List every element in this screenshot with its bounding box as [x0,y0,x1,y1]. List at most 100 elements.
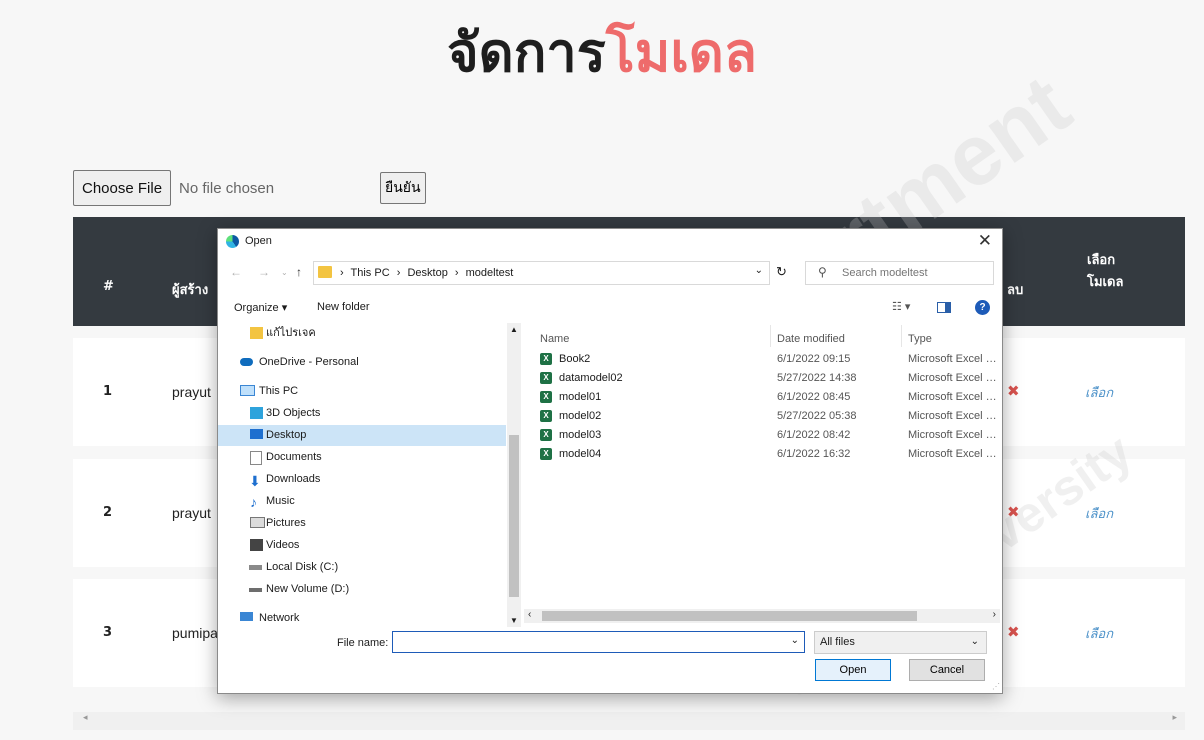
nav-item-label: Music [266,495,295,507]
file-row[interactable]: X datamodel02 5/27/2022 14:38 Microsoft … [524,369,1000,388]
file-list: Name Date modified Type X Book2 6/1/2022… [524,323,1000,613]
select-model-link[interactable]: เลือก [1085,382,1113,403]
scrollbar-thumb[interactable] [509,435,519,597]
cancel-button[interactable]: Cancel [909,659,985,681]
select-model-link[interactable]: เลือก [1085,623,1113,644]
nav-item-downloads[interactable]: ⬇ Downloads [218,469,506,490]
nav-item-3d-objects[interactable]: 3D Objects [218,403,506,424]
scrollbar-thumb[interactable] [542,611,917,621]
file-date: 6/1/2022 09:15 [777,353,851,365]
search-box[interactable]: ⚲ [805,261,994,285]
new-folder-button[interactable]: New folder [317,301,370,313]
nav-item-network[interactable]: Network [218,608,506,627]
scroll-up-icon[interactable]: ▲ [510,325,518,334]
open-button[interactable]: Open [815,659,891,681]
excel-file-icon: X [540,372,552,384]
file-type: Microsoft Excel C... [908,448,1000,460]
row-number: 1 [103,384,113,399]
address-bar[interactable]: › This PC › Desktop › modeltest ⌄ [313,261,770,285]
upload-row: Choose File No file chosen ยืนยัน [73,170,426,206]
file-date: 6/1/2022 08:45 [777,391,851,403]
navigation-scrollbar[interactable]: ▲ ▼ [507,323,521,627]
file-name-input[interactable] [397,633,781,651]
row-creator: prayut [172,384,211,400]
column-header-name[interactable]: Name [540,333,569,345]
excel-file-icon: X [540,353,552,365]
chevron-down-icon[interactable]: ⌄ [755,265,763,276]
breadcrumb-desktop[interactable]: Desktop [407,267,447,279]
file-row[interactable]: X model01 6/1/2022 08:45 Microsoft Excel… [524,388,1000,407]
nav-item-label: New Volume (D:) [266,583,350,595]
music-icon: ♪ [250,494,257,510]
delete-icon[interactable]: ✖ [1007,382,1020,400]
scroll-right-icon[interactable]: ▸ [1172,713,1177,723]
open-file-dialog: Open ✕ ← → ⌄ ↑ › This PC › Desktop › mod… [217,228,1003,694]
nav-item-documents[interactable]: Documents [218,447,506,468]
breadcrumb-separator: › [396,267,401,279]
header-creator: ผู้สร้าง [172,283,209,298]
row-creator: pumipa [172,625,218,641]
file-status-text: No file chosen [179,179,275,197]
file-name: model04 [559,448,602,460]
file-type: Microsoft Excel C... [908,391,1000,403]
file-name-field[interactable]: ⌄ [392,631,805,653]
nav-item-videos[interactable]: Videos [218,535,506,556]
column-header-date[interactable]: Date modified [777,333,845,345]
back-arrow-icon[interactable]: ← [230,265,242,279]
confirm-button[interactable]: ยืนยัน [380,172,426,204]
nav-item-this-pc[interactable]: This PC [218,381,506,402]
nav-item-music[interactable]: ♪ Music [218,491,506,512]
nav-item-project-folder[interactable]: แก้ไปรเจค [218,323,506,344]
delete-icon[interactable]: ✖ [1007,623,1020,641]
nav-item-desktop[interactable]: Desktop [218,425,506,446]
select-model-link[interactable]: เลือก [1085,503,1113,524]
scroll-left-icon[interactable]: ‹ [528,609,531,620]
scroll-right-icon[interactable]: › [993,609,996,620]
up-arrow-icon[interactable]: ↑ [296,265,302,279]
organize-menu[interactable]: Organize ▾ [234,301,287,314]
column-header-type[interactable]: Type [908,333,932,345]
file-row[interactable]: X Book2 6/1/2022 09:15 Microsoft Excel W… [524,350,1000,369]
choose-file-button[interactable]: Choose File [73,170,172,206]
file-row[interactable]: X model04 6/1/2022 16:32 Microsoft Excel… [524,445,1000,464]
document-icon [250,451,262,465]
file-list-horizontal-scrollbar[interactable]: ‹ › [524,609,1000,623]
folder-icon [318,266,332,278]
nav-item-local-disk[interactable]: Local Disk (C:) [218,557,506,578]
file-date: 6/1/2022 16:32 [777,448,851,460]
resize-grip-icon[interactable]: ⋰ [992,682,1000,691]
file-type-select[interactable]: All files ⌄ [814,631,987,654]
edge-browser-icon [226,235,239,248]
row-number: 2 [103,505,113,520]
file-row[interactable]: X model02 5/27/2022 05:38 Microsoft Exce… [524,407,1000,426]
file-row[interactable]: X model03 6/1/2022 08:42 Microsoft Excel… [524,426,1000,445]
recent-chevron-icon[interactable]: ⌄ [281,268,288,277]
scroll-left-icon[interactable]: ◂ [83,713,88,723]
breadcrumb-this-pc[interactable]: This PC [351,267,390,279]
delete-icon[interactable]: ✖ [1007,503,1020,521]
nav-item-label: This PC [259,385,299,397]
help-icon[interactable]: ? [975,300,990,315]
breadcrumb-modeltest[interactable]: modeltest [466,267,514,279]
nav-item-label: Pictures [266,517,306,529]
search-input[interactable] [840,264,989,282]
refresh-icon[interactable]: ↻ [776,264,787,280]
header-number: # [103,279,114,294]
column-divider[interactable] [770,325,771,347]
view-options-icon[interactable]: ☷ ▾ [892,300,910,313]
nav-item-onedrive[interactable]: OneDrive - Personal [218,352,506,373]
page-title-part1: จัดการ [447,21,606,84]
close-icon[interactable]: ✕ [978,231,992,251]
chevron-down-icon[interactable]: ⌄ [791,635,799,646]
preview-pane-icon[interactable] [937,302,951,313]
nav-item-label: 3D Objects [266,407,321,419]
forward-arrow-icon[interactable]: → [258,265,270,279]
nav-item-label: Network [259,612,300,624]
download-icon: ⬇ [249,473,261,489]
nav-item-pictures[interactable]: Pictures [218,513,506,534]
nav-item-new-volume[interactable]: New Volume (D:) [218,579,506,600]
scroll-down-icon[interactable]: ▼ [510,616,518,625]
file-type: Microsoft Excel W... [908,353,1000,365]
column-divider[interactable] [901,325,902,347]
page-horizontal-scrollbar[interactable]: ◂ ▸ [73,712,1185,730]
